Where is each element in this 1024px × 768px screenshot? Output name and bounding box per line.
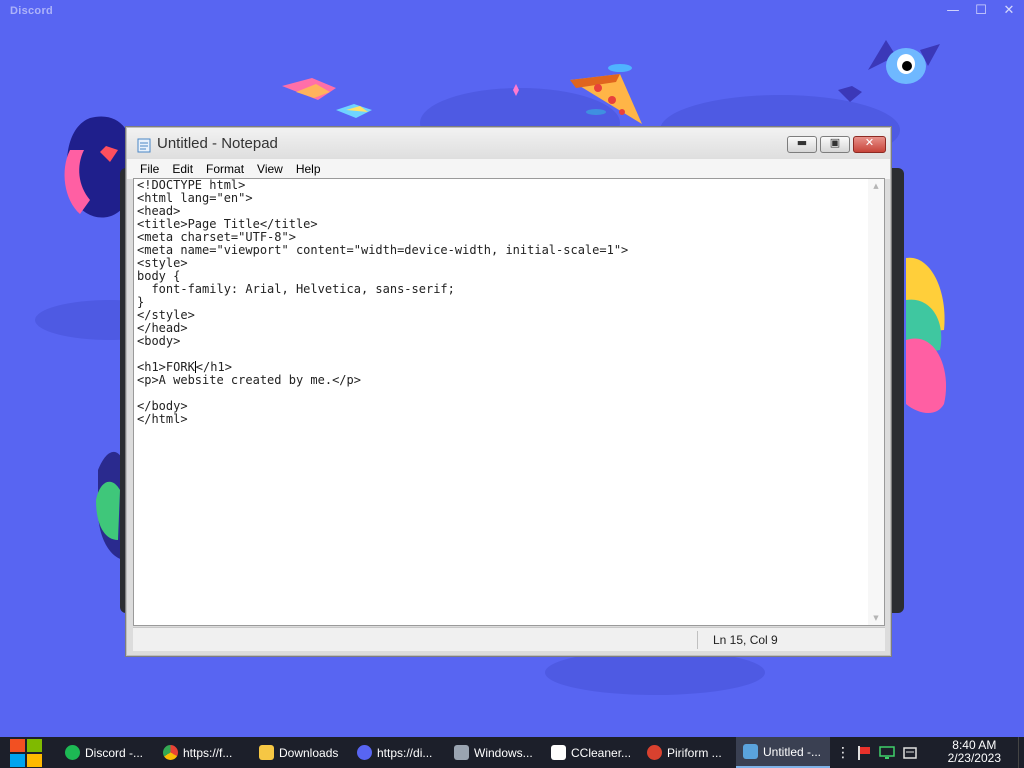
monitor-icon: [454, 745, 469, 760]
notepad-title: Untitled - Notepad: [157, 135, 278, 152]
bird-illustration: [336, 104, 372, 118]
ccleaner-icon: [647, 745, 662, 760]
menu-view[interactable]: View: [257, 159, 283, 179]
clock-date: 2/23/2023: [947, 751, 1001, 765]
menu-edit[interactable]: Edit: [172, 159, 193, 179]
show-desktop-button[interactable]: [1018, 737, 1024, 768]
taskbar-item-spotify[interactable]: Discord -...: [58, 737, 154, 768]
menu-help[interactable]: Help: [296, 159, 321, 179]
taskbar-item-label: https://di...: [377, 745, 433, 760]
taskbar-item-notepad[interactable]: Untitled -...: [736, 737, 830, 768]
taskbar-item-label: Piriform ...: [667, 745, 722, 760]
network-icon[interactable]: [878, 745, 896, 761]
notepad-titlebar[interactable]: Untitled - Notepad ▬ ▣ ✕: [127, 128, 890, 159]
menu-format[interactable]: Format: [206, 159, 244, 179]
notepad-text-area[interactable]: <!DOCTYPE html> <html lang="en"> <head> …: [133, 178, 885, 626]
taskbar-item-downloads[interactable]: Downloads: [252, 737, 346, 768]
taskbar-item-discord-browser[interactable]: https://di...: [350, 737, 444, 768]
notepad-icon: [743, 744, 758, 759]
editor-text-before-caret: <!DOCTYPE html> <html lang="en"> <head> …: [137, 178, 629, 374]
taskbar-item-ccleaner[interactable]: CCleaner...: [544, 737, 638, 768]
windows-logo-icon: [10, 738, 42, 767]
taskbar-item-chrome[interactable]: https://f...: [156, 737, 250, 768]
chrome-icon: [163, 745, 178, 760]
notepad-minimize-button[interactable]: ▬: [787, 136, 817, 153]
flying-book-illustration: [282, 78, 336, 100]
action-center-icon[interactable]: [902, 745, 918, 761]
notepad-window[interactable]: Untitled - Notepad ▬ ▣ ✕ File Edit Forma…: [125, 126, 892, 657]
right-character-illustration: [906, 257, 947, 414]
small-bat-illustration: [838, 86, 862, 102]
taskbar-item-piriform[interactable]: Piriform ...: [640, 737, 734, 768]
taskbar-clock[interactable]: 8:40 AM 2/23/2023: [948, 739, 1001, 765]
taskbar-item-label: Windows...: [474, 745, 533, 760]
notepad-app-icon: [137, 138, 151, 153]
scroll-up-icon[interactable]: ▲: [868, 182, 884, 190]
discord-icon: [357, 745, 372, 760]
notepad-statusbar: Ln 15, Col 9: [133, 627, 885, 651]
sparkle-illustration: [513, 84, 519, 96]
notepad-close-button[interactable]: ✕: [853, 136, 886, 153]
flag-icon[interactable]: [856, 745, 872, 761]
notepad-menubar: File Edit Format View Help: [127, 159, 890, 179]
maximize-icon: ▣: [829, 136, 841, 149]
spotify-icon: [65, 745, 80, 760]
start-button[interactable]: [0, 737, 52, 768]
system-tray: ⋮: [836, 737, 918, 768]
scroll-down-icon[interactable]: ▼: [868, 614, 884, 622]
taskbar-item-label: https://f...: [183, 745, 233, 760]
bat-creature-illustration: [868, 40, 940, 84]
pizza-illustration: [570, 74, 642, 124]
taskbar-item-label: Discord -...: [85, 745, 144, 760]
close-icon: ✕: [864, 136, 875, 149]
taskbar-item-label: CCleaner...: [571, 745, 632, 760]
minimize-icon: ▬: [796, 136, 808, 149]
taskbar: Discord -... https://f... Downloads http…: [0, 737, 1024, 768]
vertical-scrollbar[interactable]: ▲ ▼: [868, 179, 884, 625]
menu-file[interactable]: File: [140, 159, 159, 179]
taskbar-item-label: Untitled -...: [763, 744, 822, 759]
cursor-position: Ln 15, Col 9: [713, 633, 778, 647]
folder-icon: [259, 745, 274, 760]
notepad-maximize-button[interactable]: ▣: [820, 136, 850, 153]
overflow-icon[interactable]: ⋮: [836, 745, 850, 761]
taskbar-item-windows[interactable]: Windows...: [447, 737, 541, 768]
editor-content[interactable]: <!DOCTYPE html> <html lang="en"> <head> …: [137, 179, 867, 426]
document-icon: [551, 745, 566, 760]
taskbar-item-label: Downloads: [279, 745, 339, 760]
status-separator: [697, 631, 698, 649]
